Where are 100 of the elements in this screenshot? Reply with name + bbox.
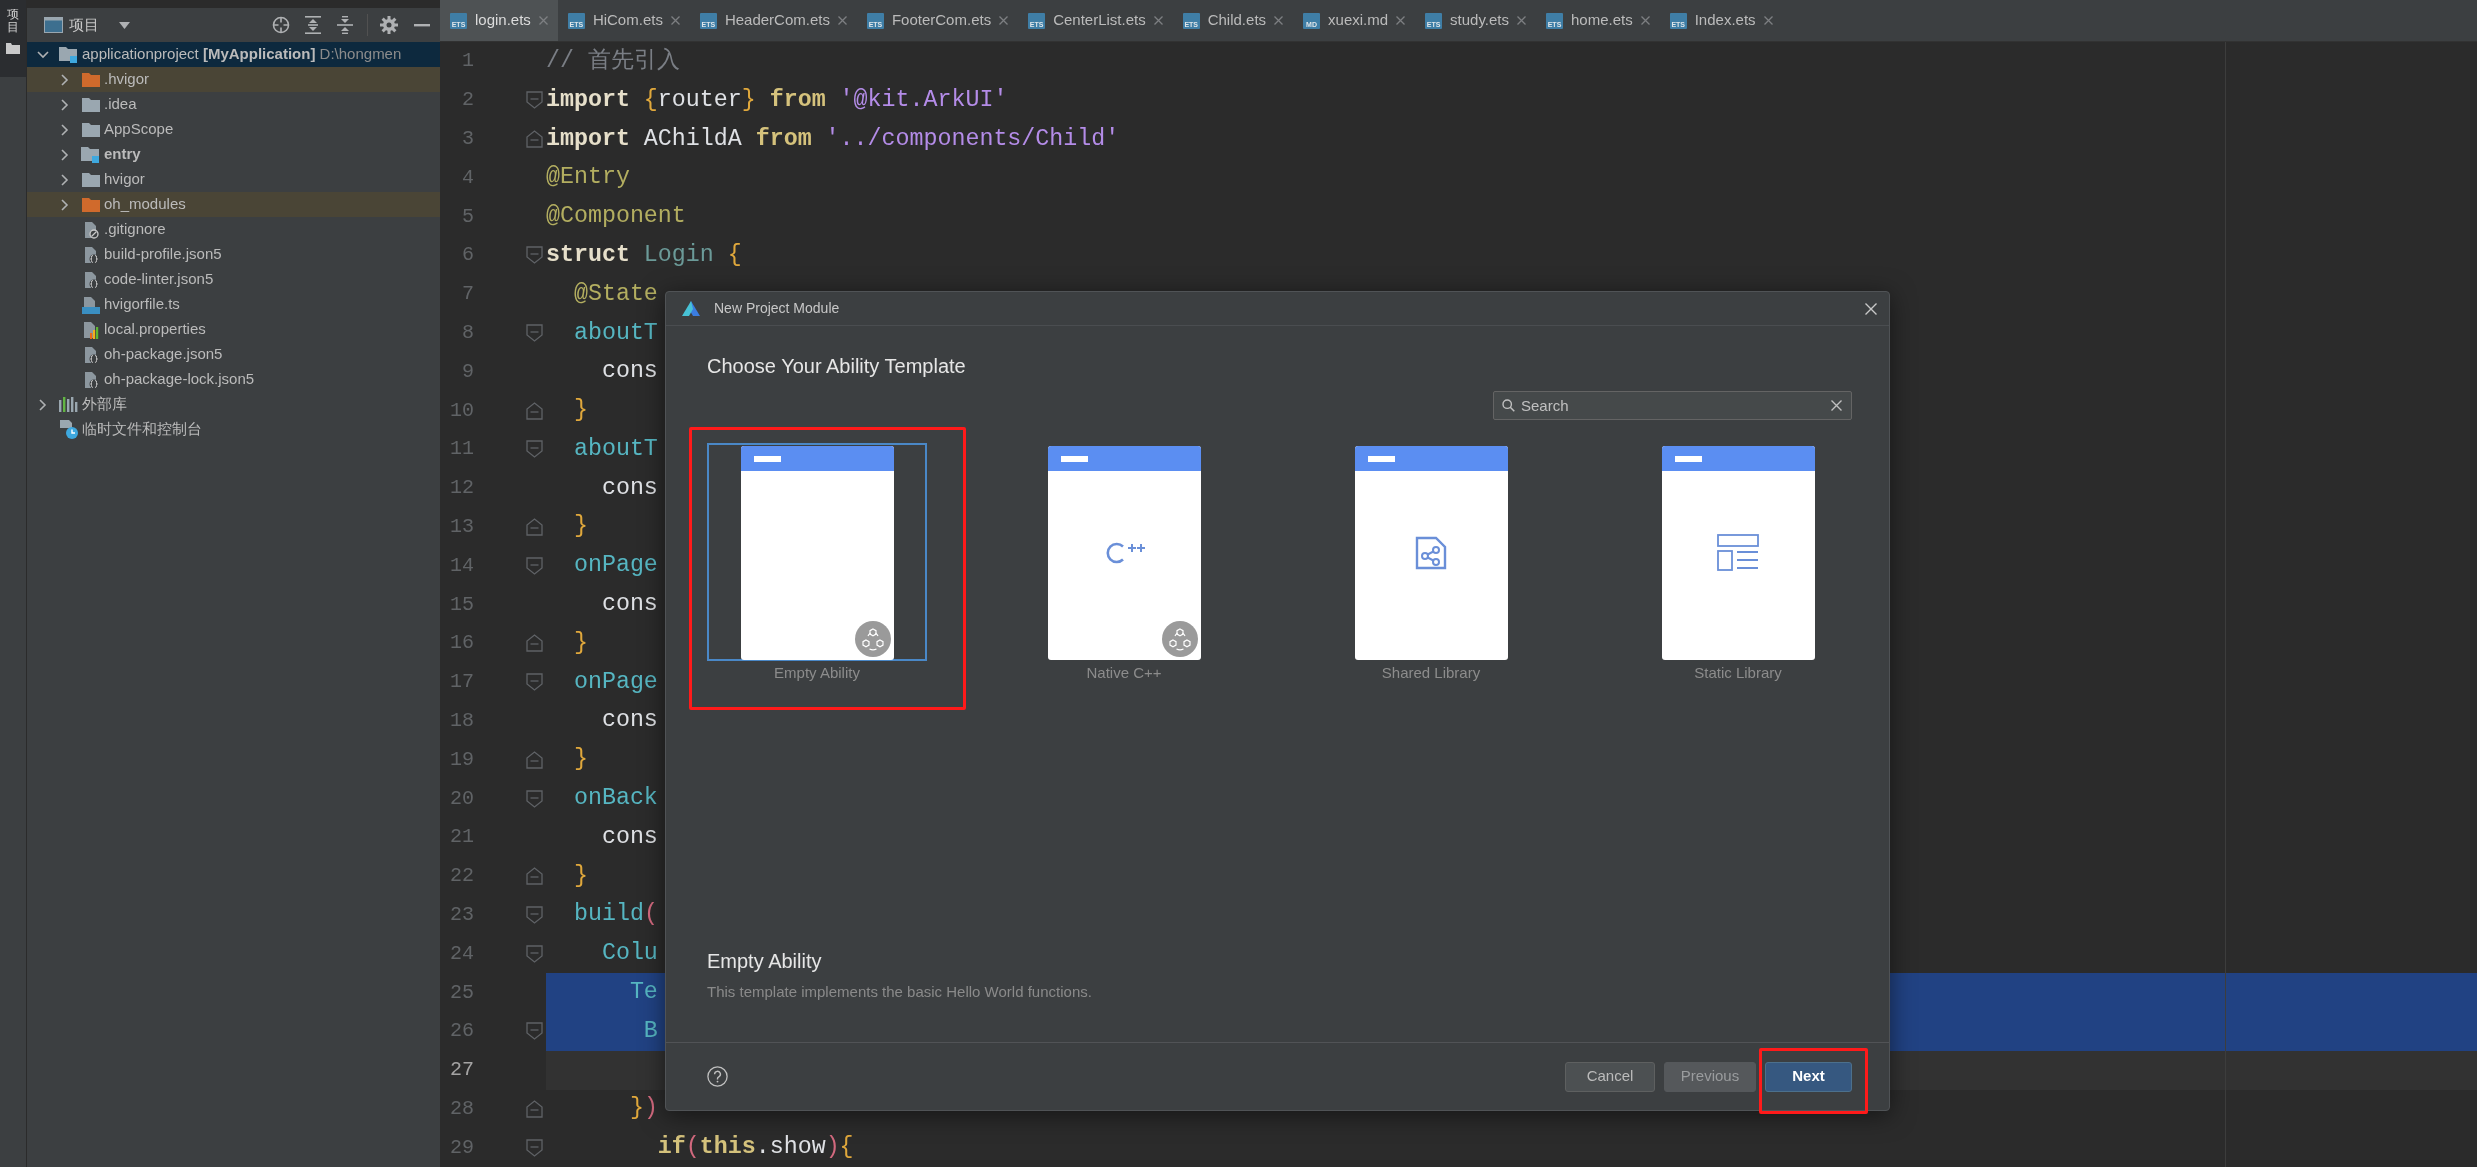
ignored-file-icon bbox=[82, 220, 99, 239]
unfold-icon[interactable] bbox=[526, 634, 543, 653]
unfold-icon[interactable] bbox=[526, 1099, 543, 1118]
code-line: cons bbox=[600, 822, 658, 852]
chevron-right-icon[interactable] bbox=[61, 198, 69, 211]
close-icon[interactable] bbox=[1396, 16, 1406, 25]
dialog-button[interactable]: Next bbox=[1765, 1061, 1852, 1092]
code-line: cons bbox=[600, 357, 658, 387]
fold-icon[interactable] bbox=[526, 440, 543, 459]
settings-icon[interactable] bbox=[380, 16, 398, 34]
app-logo-icon bbox=[682, 301, 700, 316]
tree-item[interactable]: oh-package-lock.json5 bbox=[27, 367, 440, 392]
code-line: cons bbox=[600, 706, 658, 736]
unfold-icon[interactable] bbox=[526, 750, 543, 769]
close-icon[interactable] bbox=[1763, 16, 1773, 25]
template-tile[interactable] bbox=[707, 443, 927, 661]
close-icon[interactable] bbox=[837, 16, 847, 25]
chevron-right-icon[interactable] bbox=[61, 173, 69, 186]
line-number: 20 bbox=[449, 785, 474, 812]
search-field[interactable]: Search bbox=[1493, 391, 1852, 420]
unfold-icon[interactable] bbox=[526, 867, 543, 886]
code-line: onPage bbox=[572, 551, 658, 581]
line-number: 15 bbox=[449, 591, 474, 618]
line-number: 5 bbox=[461, 203, 474, 230]
close-icon[interactable] bbox=[1865, 302, 1877, 315]
fold-icon[interactable] bbox=[526, 323, 543, 342]
expand-all-icon[interactable] bbox=[305, 16, 321, 34]
close-icon[interactable] bbox=[999, 16, 1009, 25]
chevron-right-icon[interactable] bbox=[61, 98, 69, 111]
tree-item[interactable]: applicationproject [MyApplication] D:\hongmen bbox=[27, 42, 440, 67]
help-icon[interactable] bbox=[707, 1066, 728, 1087]
scratch-file-icon bbox=[59, 420, 78, 439]
chevron-right-icon[interactable] bbox=[61, 123, 69, 136]
tree-item[interactable]: oh-package.json5 bbox=[27, 342, 440, 367]
tree-item[interactable]: .gitignore bbox=[27, 217, 440, 242]
line-number: 25 bbox=[449, 979, 474, 1006]
template-name: Static Library bbox=[1694, 663, 1782, 683]
tree-item[interactable]: local.properties bbox=[27, 317, 440, 342]
close-icon[interactable] bbox=[670, 16, 680, 25]
tree-item[interactable]: .hvigor bbox=[27, 67, 440, 92]
close-icon[interactable] bbox=[1640, 16, 1650, 25]
line-number: 21 bbox=[449, 824, 474, 851]
tree-item[interactable]: .idea bbox=[27, 92, 440, 117]
dialog-title: New Project Module bbox=[714, 299, 840, 318]
fold-icon[interactable] bbox=[526, 673, 543, 692]
line-number: 9 bbox=[461, 358, 474, 385]
code-line: } bbox=[572, 861, 588, 891]
panel-icon bbox=[44, 17, 63, 33]
caret-icon[interactable] bbox=[119, 21, 130, 29]
code-line: import AChildA from '../components/Child' bbox=[546, 124, 1120, 154]
tree-item[interactable]: build-profile.json5 bbox=[27, 242, 440, 267]
folder-icon bbox=[81, 197, 100, 212]
clear-icon[interactable] bbox=[1831, 400, 1842, 411]
crosshair-icon[interactable] bbox=[272, 16, 290, 34]
fold-icon[interactable] bbox=[526, 789, 543, 808]
fold-icon[interactable] bbox=[526, 944, 543, 963]
fold-icon[interactable] bbox=[526, 905, 543, 924]
chevron-down-icon[interactable] bbox=[37, 50, 49, 59]
tree-item[interactable]: entry bbox=[27, 142, 440, 167]
dialog-button[interactable]: Cancel bbox=[1565, 1061, 1655, 1092]
code-line: cons bbox=[600, 590, 658, 620]
unfold-icon[interactable] bbox=[526, 517, 543, 536]
fold-icon[interactable] bbox=[526, 556, 543, 575]
panel-title: 项目 bbox=[69, 14, 99, 35]
fold-icon[interactable] bbox=[526, 246, 543, 265]
tree-item[interactable]: hvigorfile.ts bbox=[27, 292, 440, 317]
tree-item[interactable]: 外部库 bbox=[27, 392, 440, 417]
line-number: 13 bbox=[449, 513, 474, 540]
line-number: 23 bbox=[449, 901, 474, 928]
folder-icon bbox=[81, 97, 100, 112]
folder-icon bbox=[81, 172, 100, 187]
chevron-right-icon[interactable] bbox=[61, 73, 69, 86]
tree-item[interactable]: code-linter.json5 bbox=[27, 267, 440, 292]
line-number: 1 bbox=[461, 48, 474, 75]
line-number: 8 bbox=[461, 319, 474, 346]
tree-item[interactable]: 临时文件和控制台 bbox=[27, 417, 440, 442]
code-line: aboutT bbox=[572, 434, 658, 464]
close-icon[interactable] bbox=[1274, 16, 1284, 25]
minimize-icon[interactable] bbox=[414, 23, 430, 27]
code-line: cons bbox=[600, 473, 658, 503]
chevron-right-icon[interactable] bbox=[39, 398, 47, 411]
json-file-icon bbox=[82, 345, 99, 364]
module-folder-icon bbox=[81, 146, 100, 163]
code-line: build( bbox=[572, 900, 658, 930]
dialog-heading: Choose Your Ability Template bbox=[707, 354, 967, 378]
fold-icon[interactable] bbox=[526, 91, 543, 110]
module-folder-icon bbox=[59, 46, 78, 63]
tree-item[interactable]: AppScope bbox=[27, 117, 440, 142]
close-icon[interactable] bbox=[1517, 16, 1526, 25]
unfold-icon[interactable] bbox=[526, 401, 543, 420]
tree-item[interactable]: oh_modules bbox=[27, 192, 440, 217]
project-tool-button[interactable]: 项目 bbox=[0, 0, 26, 77]
unfold-icon[interactable] bbox=[526, 130, 543, 148]
tree-item[interactable]: hvigor bbox=[27, 167, 440, 192]
close-icon[interactable] bbox=[1153, 16, 1163, 25]
chevron-right-icon[interactable] bbox=[61, 148, 69, 161]
collapse-all-icon[interactable] bbox=[337, 16, 353, 34]
line-number: 12 bbox=[449, 475, 474, 502]
fold-icon[interactable] bbox=[526, 1138, 543, 1157]
fold-icon[interactable] bbox=[526, 1022, 543, 1041]
